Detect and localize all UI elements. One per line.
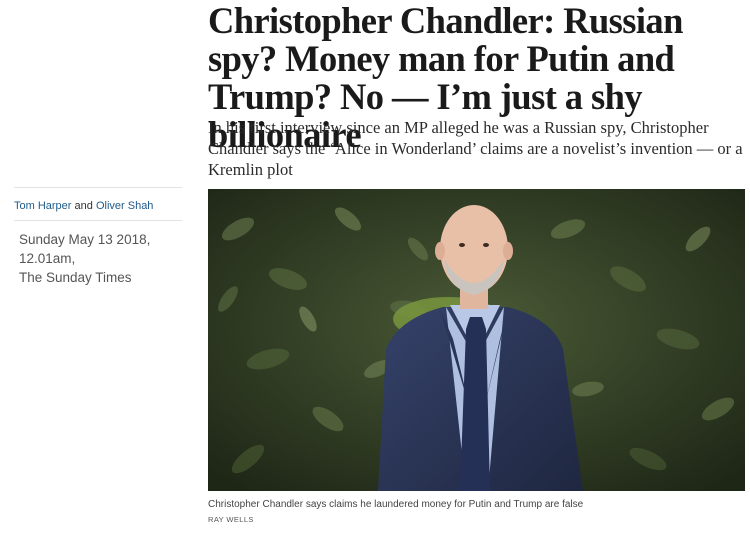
article-photo: [208, 189, 745, 491]
photo-caption: Christopher Chandler says claims he laun…: [208, 499, 584, 510]
photo-credit: RAY WELLS: [208, 515, 254, 524]
article-meta-sidebar: Tom Harper and Oliver Shah Sunday May 13…: [0, 0, 195, 533]
article-standfirst: In his first interview since an MP alleg…: [208, 118, 743, 179]
author-link-oliver-shah[interactable]: Oliver Shah: [96, 200, 153, 212]
divider: [14, 220, 182, 221]
portrait-image: [208, 189, 745, 491]
dateline: Sunday May 13 2018, 12.01am, The Sunday …: [19, 230, 194, 287]
face: [440, 205, 508, 293]
divider: [14, 187, 182, 188]
author-link-tom-harper[interactable]: Tom Harper: [14, 200, 71, 212]
byline-joiner: and: [74, 200, 93, 212]
byline: Tom Harper and Oliver Shah: [14, 199, 153, 213]
publish-date: Sunday May 13 2018, 12.01am,: [19, 232, 151, 266]
publication-name: The Sunday Times: [19, 270, 132, 285]
